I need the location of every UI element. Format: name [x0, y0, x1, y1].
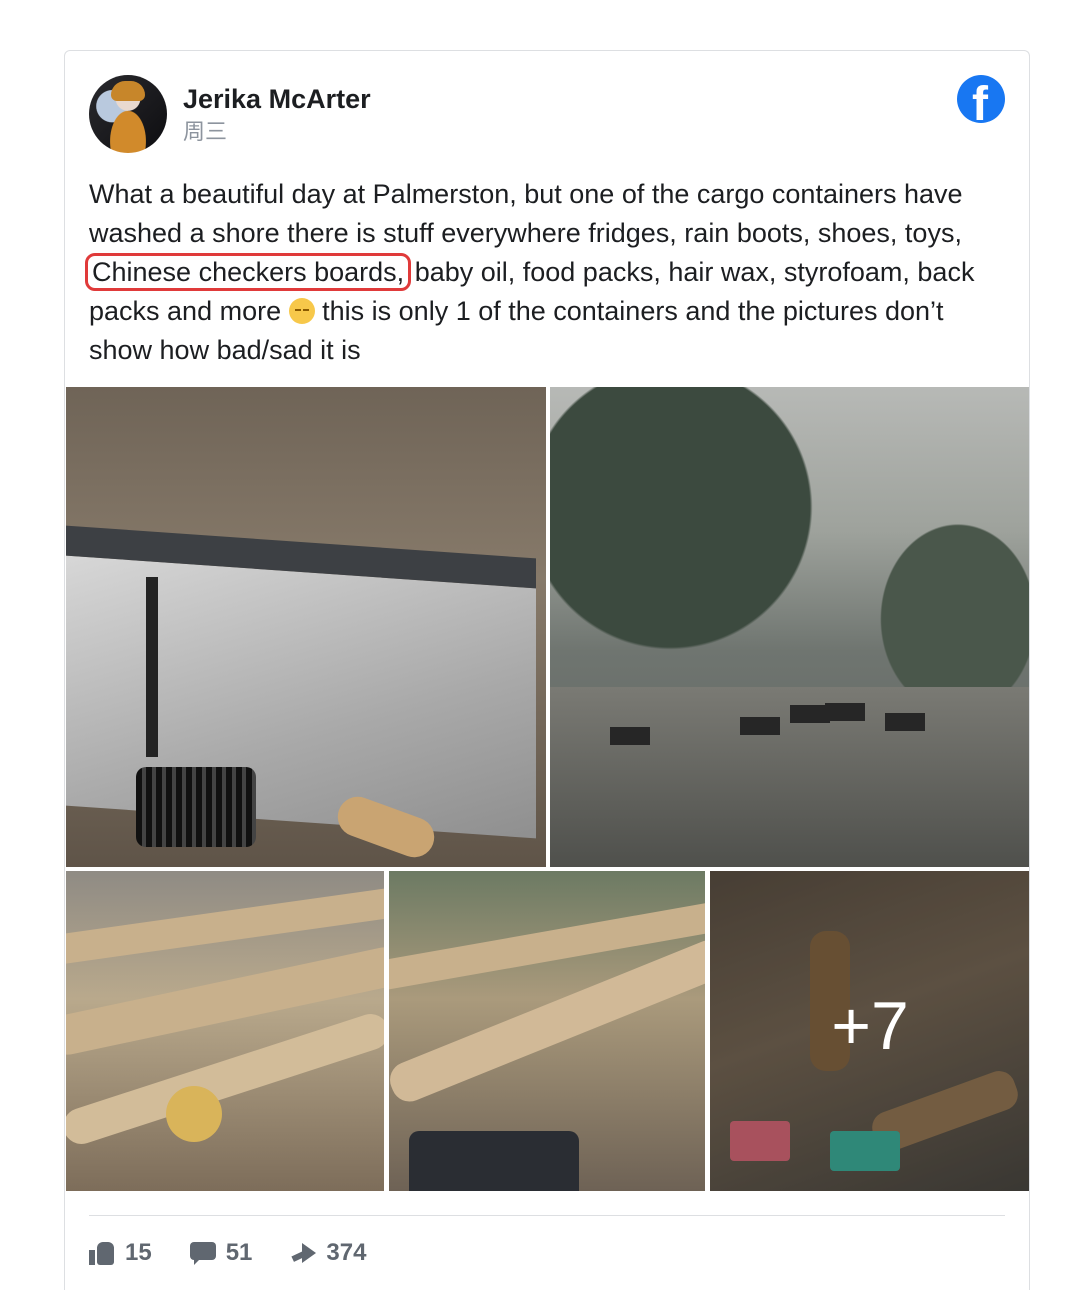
- thumbs-up-icon: [89, 1240, 115, 1266]
- comment-icon: [189, 1240, 216, 1266]
- engagement-bar: 15 51 374: [89, 1235, 366, 1271]
- highlighted-phrase: Chinese checkers boards,: [84, 253, 412, 291]
- like-count-value: 15: [125, 1239, 152, 1266]
- post-text-part-1: What a beautiful day at Palmerston, but …: [89, 179, 963, 248]
- photo-4[interactable]: [389, 871, 705, 1191]
- comment-count[interactable]: 51: [189, 1239, 253, 1267]
- share-count[interactable]: 374: [290, 1239, 366, 1267]
- facebook-logo-icon[interactable]: f: [957, 75, 1005, 123]
- like-count[interactable]: 15: [89, 1239, 152, 1267]
- photo-2[interactable]: [550, 387, 1029, 867]
- author-name[interactable]: Jerika McArter: [183, 83, 371, 115]
- more-photos-label: +7: [831, 988, 909, 1064]
- share-arrow-icon: [290, 1240, 317, 1266]
- divider: [89, 1215, 1005, 1216]
- photo-3[interactable]: [66, 871, 384, 1191]
- photo-5-more[interactable]: +7: [710, 871, 1029, 1191]
- share-count-value: 374: [326, 1239, 367, 1266]
- facebook-post-card: Jerika McArter 周三 f What a beautiful day…: [64, 50, 1030, 1290]
- photo-1[interactable]: [66, 387, 546, 867]
- post-text: What a beautiful day at Palmerston, but …: [84, 175, 1009, 370]
- comment-count-value: 51: [225, 1239, 253, 1266]
- disappointed-face-icon: [288, 298, 315, 324]
- post-date[interactable]: 周三: [183, 119, 227, 145]
- avatar[interactable]: [89, 75, 167, 153]
- post-header: Jerika McArter 周三 f: [89, 75, 1005, 155]
